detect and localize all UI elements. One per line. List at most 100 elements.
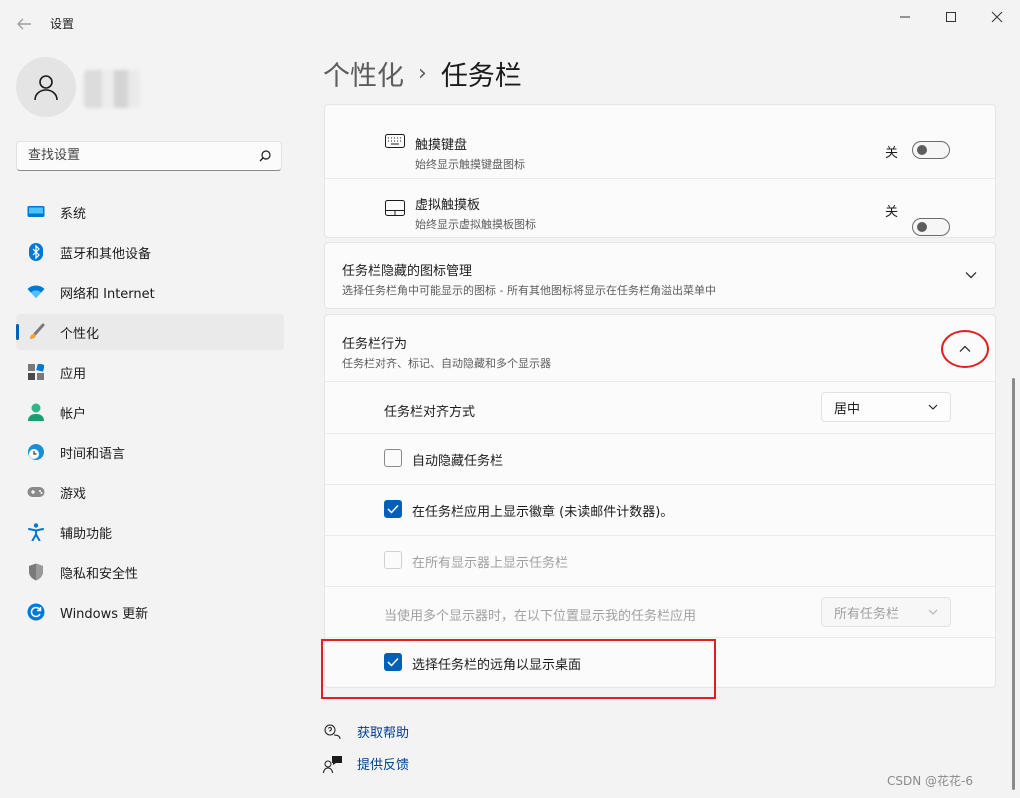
all-displays-label: 在所有显示器上显示任务栏 xyxy=(412,556,569,571)
divider xyxy=(325,178,995,179)
sidebar-item-system[interactable]: 系统 xyxy=(16,194,284,230)
touch-keyboard-icon xyxy=(385,134,405,152)
multi-display-dropdown[interactable]: 所有任务栏 xyxy=(821,597,951,627)
chevron-up-icon[interactable] xyxy=(959,345,971,353)
close-button[interactable] xyxy=(975,4,1019,30)
overflow-row: 任务栏隐藏的图标管理 选择任务栏角中可能显示的图标 - 所有其他图标将显示在任务… xyxy=(342,260,716,298)
overflow-title: 任务栏隐藏的图标管理 xyxy=(342,264,473,279)
sidebar-item-label: Windows 更新 xyxy=(60,606,149,622)
sidebar-item-label: 时间和语言 xyxy=(60,446,126,462)
divider xyxy=(325,586,995,587)
annotation-box xyxy=(321,639,716,699)
multi-display-label: 当使用多个显示器时，在以下位置显示我的任务栏应用 xyxy=(384,609,697,624)
touchpad-toggle[interactable] xyxy=(912,218,950,236)
search-box[interactable] xyxy=(16,141,282,171)
apps-icon xyxy=(27,363,45,381)
sidebar-item-label: 系统 xyxy=(60,206,87,222)
pen-touch-card: 触摸键盘 始终显示触摸键盘图标 关 虚拟触摸板 始终显示虚拟触摸板图标 关 xyxy=(324,104,996,238)
network-icon xyxy=(27,283,45,301)
sidebar-item-accessibility[interactable]: 辅助功能 xyxy=(16,514,284,550)
touchpad-icon xyxy=(385,200,405,220)
scrollbar-thumb[interactable] xyxy=(1012,378,1015,790)
alignment-dropdown[interactable]: 居中 xyxy=(821,392,951,422)
sidebar-item-label: 网络和 Internet xyxy=(60,286,155,302)
bluetooth-icon xyxy=(27,243,45,261)
touch-keyboard-title: 触摸键盘 xyxy=(415,138,468,153)
overflow-subtitle: 选择任务栏角中可能显示的图标 - 所有其他图标将显示在任务栏角溢出菜单中 xyxy=(342,284,716,297)
touch-keyboard-toggle[interactable] xyxy=(912,141,950,159)
behaviors-subtitle: 任务栏对齐、标记、自动隐藏和多个显示器 xyxy=(342,357,551,370)
shield-icon xyxy=(27,563,45,581)
sidebar-item-label: 辅助功能 xyxy=(60,526,113,542)
get-help-label: 获取帮助 xyxy=(357,726,410,741)
user-icon xyxy=(34,75,58,101)
sidebar-item-label: 游戏 xyxy=(60,486,87,502)
arrow-left-icon xyxy=(17,18,31,30)
sidebar-item-time-language[interactable]: 时间和语言 xyxy=(16,434,284,470)
sidebar-item-label: 个性化 xyxy=(60,326,100,342)
maximize-icon xyxy=(946,12,956,22)
auto-hide-label: 自动隐藏任务栏 xyxy=(412,454,504,469)
auto-hide-checkbox[interactable] xyxy=(384,449,402,467)
brush-icon xyxy=(27,323,45,341)
page-title: 任务栏 xyxy=(440,61,522,92)
maximize-button[interactable] xyxy=(929,4,973,30)
touchpad-state: 关 xyxy=(885,205,899,220)
search-input[interactable] xyxy=(26,147,250,164)
sidebar-item-accounts[interactable]: 帐户 xyxy=(16,394,284,430)
touch-keyboard-state: 关 xyxy=(885,146,899,161)
alignment-label: 任务栏对齐方式 xyxy=(384,405,476,420)
touchpad-row: 虚拟触摸板 始终显示虚拟触摸板图标 xyxy=(415,194,536,232)
update-icon xyxy=(27,603,45,621)
sidebar-nav: 系统 蓝牙和其他设备 网络和 Internet 个性化 应用 帐户 时间和语言 … xyxy=(16,194,284,634)
chevron-down-icon xyxy=(928,609,938,615)
back-button[interactable] xyxy=(12,12,36,36)
get-help-link[interactable]: 获取帮助 xyxy=(323,722,409,741)
touchpad-subtitle: 始终显示虚拟触摸板图标 xyxy=(415,218,536,231)
breadcrumb-parent[interactable]: 个性化 xyxy=(323,54,404,93)
time-language-icon xyxy=(27,443,45,461)
check-icon xyxy=(387,504,399,514)
feedback-icon xyxy=(323,755,342,773)
divider xyxy=(325,484,995,485)
badges-checkbox[interactable] xyxy=(384,500,402,518)
sidebar-item-label: 蓝牙和其他设备 xyxy=(60,246,152,262)
give-feedback-link[interactable]: 提供反馈 xyxy=(323,754,409,773)
help-icon xyxy=(324,724,341,739)
overflow-icons-card[interactable]: 任务栏隐藏的图标管理 选择任务栏角中可能显示的图标 - 所有其他图标将显示在任务… xyxy=(324,242,996,309)
sidebar-item-windows-update[interactable]: Windows 更新 xyxy=(16,594,284,630)
breadcrumb-separator: › xyxy=(418,61,427,86)
sidebar-item-apps[interactable]: 应用 xyxy=(16,354,284,390)
breadcrumb: 个性化 › 任务栏 xyxy=(323,54,522,93)
user-name-redacted xyxy=(84,70,140,108)
behaviors-header[interactable]: 任务栏行为 任务栏对齐、标记、自动隐藏和多个显示器 xyxy=(342,333,551,371)
badges-label: 在任务栏应用上显示徽章 (未读邮件计数器)。 xyxy=(412,505,674,520)
watermark: CSDN @花花-6 xyxy=(887,774,973,788)
avatar[interactable] xyxy=(16,57,76,117)
chevron-down-icon[interactable] xyxy=(965,271,977,279)
multi-display-value: 所有任务栏 xyxy=(834,606,900,622)
give-feedback-label: 提供反馈 xyxy=(357,758,410,773)
all-displays-checkbox[interactable] xyxy=(384,551,402,569)
sidebar-item-bluetooth[interactable]: 蓝牙和其他设备 xyxy=(16,234,284,270)
divider xyxy=(325,433,995,434)
alignment-value: 居中 xyxy=(834,401,861,417)
sidebar-item-label: 帐户 xyxy=(60,406,87,422)
search-icon[interactable] xyxy=(258,149,272,163)
sidebar-item-gaming[interactable]: 游戏 xyxy=(16,474,284,510)
minimize-button[interactable] xyxy=(883,4,927,30)
sidebar-item-label: 隐私和安全性 xyxy=(60,566,139,582)
account-icon xyxy=(27,403,45,421)
divider xyxy=(325,637,995,638)
behaviors-title: 任务栏行为 xyxy=(342,337,408,352)
sidebar-item-network[interactable]: 网络和 Internet xyxy=(16,274,284,310)
sidebar-item-personalization[interactable]: 个性化 xyxy=(16,314,284,350)
minimize-icon xyxy=(900,16,910,18)
taskbar-behaviors-card: 任务栏行为 任务栏对齐、标记、自动隐藏和多个显示器 任务栏对齐方式 居中 自动隐… xyxy=(324,314,996,688)
touchpad-title: 虚拟触摸板 xyxy=(415,198,481,213)
gaming-icon xyxy=(27,483,45,501)
sidebar-item-label: 应用 xyxy=(60,366,87,382)
sidebar-item-privacy[interactable]: 隐私和安全性 xyxy=(16,554,284,590)
system-icon xyxy=(27,203,45,221)
touch-keyboard-subtitle: 始终显示触摸键盘图标 xyxy=(415,158,525,171)
